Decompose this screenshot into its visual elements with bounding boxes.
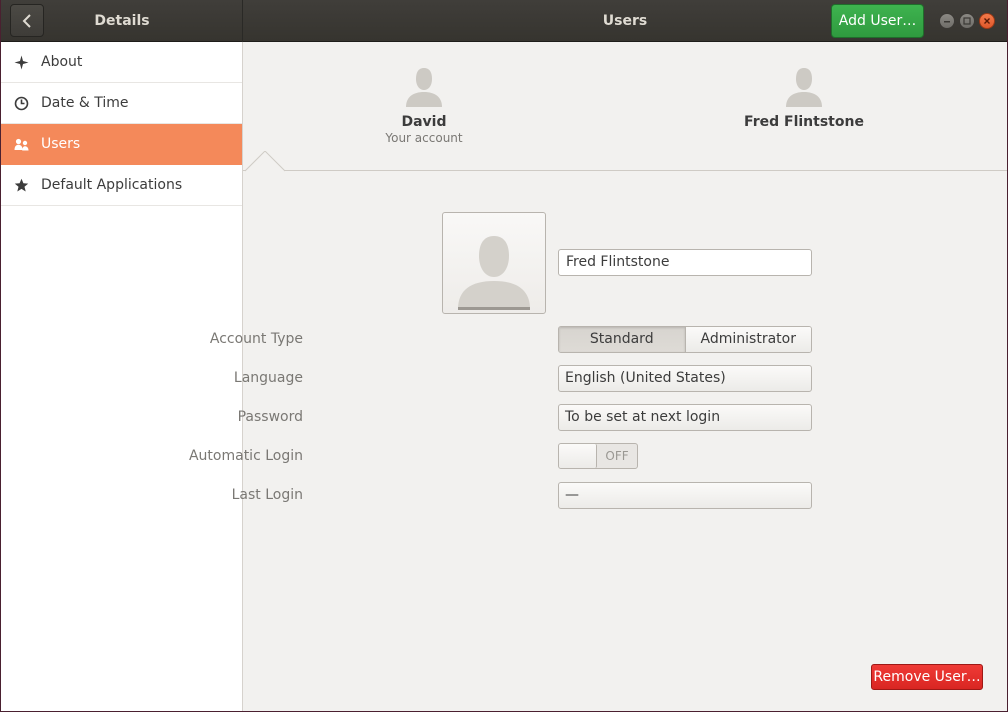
chevron-left-icon: [22, 13, 31, 28]
back-button[interactable]: [10, 4, 44, 37]
sidebar-item-label: Date & Time: [41, 95, 129, 111]
clock-icon: [14, 96, 29, 111]
close-icon: [984, 18, 990, 24]
sidebar-item-date-time[interactable]: Date & Time: [1, 83, 242, 124]
minimize-icon: [944, 21, 950, 23]
remove-user-button[interactable]: Remove User…: [871, 664, 983, 690]
settings-window: Details Users Add User… About Date & Tim…: [0, 0, 1008, 712]
sidebar-item-about[interactable]: About: [1, 42, 242, 83]
sparkle-icon: [14, 55, 29, 70]
user-avatar-icon: [786, 68, 822, 107]
sidebar-item-label: Default Applications: [41, 177, 183, 193]
add-user-button[interactable]: Add User…: [831, 4, 924, 38]
switch-state: OFF: [605, 449, 629, 463]
password-button[interactable]: To be set at next login: [558, 404, 812, 431]
maximize-button[interactable]: [959, 13, 975, 29]
selection-pointer: [245, 151, 285, 172]
automatic-login-label: Automatic Login: [188, 448, 303, 464]
language-button[interactable]: English (United States): [558, 365, 812, 392]
automatic-login-switch[interactable]: OFF: [558, 443, 638, 469]
account-type-label: Account Type: [209, 331, 303, 347]
switch-knob: [559, 444, 597, 468]
language-label: Language: [233, 370, 303, 386]
user-list: David Your account Fred Flintstone: [243, 42, 1007, 172]
sidebar-item-label: Users: [41, 136, 81, 152]
full-name-field[interactable]: Fred Flintstone: [558, 249, 812, 276]
minimize-button[interactable]: [939, 13, 955, 29]
user-avatar-icon: [406, 68, 442, 107]
star-icon: [14, 178, 29, 193]
account-type-administrator-button[interactable]: Administrator: [684, 327, 811, 352]
last-login-label: Last Login: [231, 487, 303, 503]
header-left-pane: Details: [1, 0, 243, 42]
last-login-button[interactable]: —: [558, 482, 812, 509]
user-card-fred-flintstone[interactable]: Fred Flintstone: [724, 66, 884, 130]
account-type-standard-button[interactable]: Standard: [559, 327, 685, 352]
maximize-icon: [963, 17, 971, 25]
user-name: Fred Flintstone: [744, 114, 864, 130]
close-button[interactable]: [979, 13, 995, 29]
users-icon: [14, 137, 29, 152]
user-subtitle: Your account: [385, 131, 463, 145]
user-avatar-icon: [458, 236, 530, 310]
header-bar: Details Users Add User…: [1, 0, 1007, 42]
user-avatar-button[interactable]: [442, 212, 546, 314]
password-label: Password: [237, 409, 303, 425]
sidebar-item-default-applications[interactable]: Default Applications: [1, 165, 242, 206]
user-card-david[interactable]: David Your account: [344, 66, 504, 145]
sidebar-item-label: About: [41, 54, 83, 70]
account-type-selector: Standard Administrator: [558, 326, 812, 353]
user-name: David: [401, 114, 447, 130]
users-panel: David Your account Fred Flintstone Fred …: [189, 42, 1007, 711]
sidebar-item-users[interactable]: Users: [1, 124, 242, 165]
sidebar: About Date & Time Users Default Applicat…: [1, 42, 243, 711]
